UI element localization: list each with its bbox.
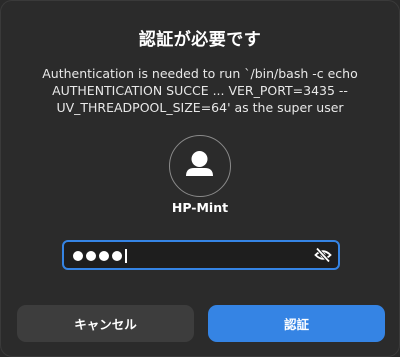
dialog-title: 認証が必要です — [138, 30, 262, 50]
password-field[interactable] — [62, 240, 340, 270]
message-line-1: Authentication is needed to run `/bin/ba… — [42, 66, 358, 81]
password-dot — [86, 251, 96, 261]
password-masked-value — [73, 249, 127, 263]
message-line-2: AUTHENTICATION SUCCE ... VER_PORT=3435 -… — [52, 83, 348, 98]
username-label: HP-Mint — [171, 200, 229, 215]
user-avatar-icon — [169, 135, 231, 197]
authentication-dialog: 認証が必要です Authentication is needed to run … — [0, 0, 400, 357]
password-dot — [112, 251, 122, 261]
authenticate-button[interactable]: 認証 — [208, 305, 385, 342]
text-caret — [125, 249, 127, 263]
eye-slash-icon[interactable] — [314, 247, 332, 263]
message-line-3: UV_THREADPOOL_SIZE=64' as the super user — [56, 100, 344, 115]
authentication-message: Authentication is needed to run `/bin/ba… — [21, 65, 379, 116]
cancel-button[interactable]: キャンセル — [17, 305, 194, 342]
password-dot — [73, 251, 83, 261]
password-dot — [99, 251, 109, 261]
